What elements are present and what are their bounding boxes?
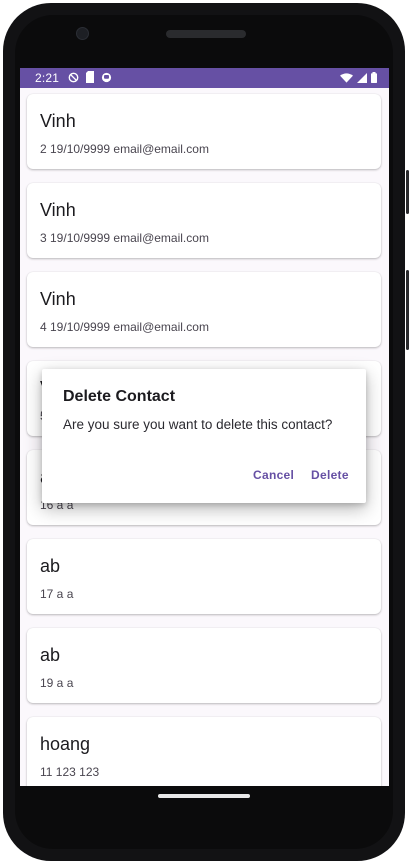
delete-contact-dialog: Delete Contact Are you sure you want to …	[42, 369, 366, 503]
app-screen: 2:21 Vinh 2 19/10/9999 email@email.com V…	[20, 68, 389, 786]
dialog-title: Delete Contact	[63, 388, 176, 405]
front-camera	[76, 27, 89, 40]
home-gesture-handle[interactable]	[158, 794, 250, 798]
earpiece-speaker	[166, 30, 246, 38]
volume-button	[406, 270, 409, 350]
cancel-button[interactable]: Cancel	[253, 468, 294, 482]
dialog-message: Are you sure you want to delete this con…	[63, 417, 333, 432]
power-button	[406, 170, 409, 214]
delete-button[interactable]: Delete	[311, 468, 349, 482]
